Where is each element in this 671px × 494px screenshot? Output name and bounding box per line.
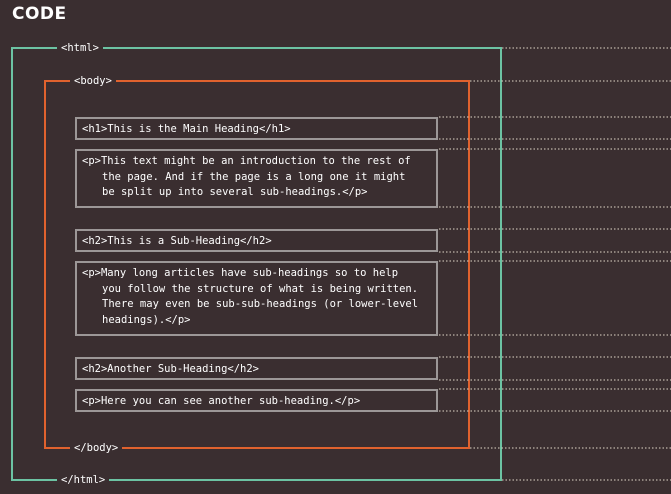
body-close-tag: </body> <box>70 441 123 455</box>
paragraph-element-box: <p>Here you can see another sub-heading.… <box>75 389 438 412</box>
code-line: There may even be sub-sub-headings (or l… <box>102 298 419 310</box>
guide-lines <box>439 47 671 481</box>
paragraph-element-box: <p>Many long articles have sub-headings … <box>75 261 438 336</box>
body-open-tag: <body> <box>70 74 116 88</box>
code-line: <p>Many long articles have sub-headings … <box>82 267 399 279</box>
code-line: <p>Here you can see another sub-heading.… <box>82 395 361 407</box>
code-line: <h2>This is a Sub-Heading</h2> <box>82 235 272 247</box>
code-line: headings).</p> <box>102 313 191 326</box>
code-line: <h2>Another Sub-Heading</h2> <box>82 363 260 375</box>
code-line: <p>This text might be an introduction to… <box>82 155 411 167</box>
code-line: the page. And if the page is a long one … <box>102 170 406 183</box>
h2-element-box: <h2>Another Sub-Heading</h2> <box>75 357 438 380</box>
code-line: <h1>This is the Main Heading</h1> <box>82 123 291 135</box>
paragraph-element-box: <p>This text might be an introduction to… <box>75 149 438 208</box>
code-line: you follow the structure of what is bein… <box>102 282 419 295</box>
h2-element-box: <h2>This is a Sub-Heading</h2> <box>75 229 438 252</box>
code-line: be split up into several sub-headings.</… <box>102 186 368 198</box>
html-close-tag: </html> <box>57 473 110 487</box>
html-open-tag: <html> <box>57 41 103 55</box>
h1-element-box: <h1>This is the Main Heading</h1> <box>75 117 438 140</box>
